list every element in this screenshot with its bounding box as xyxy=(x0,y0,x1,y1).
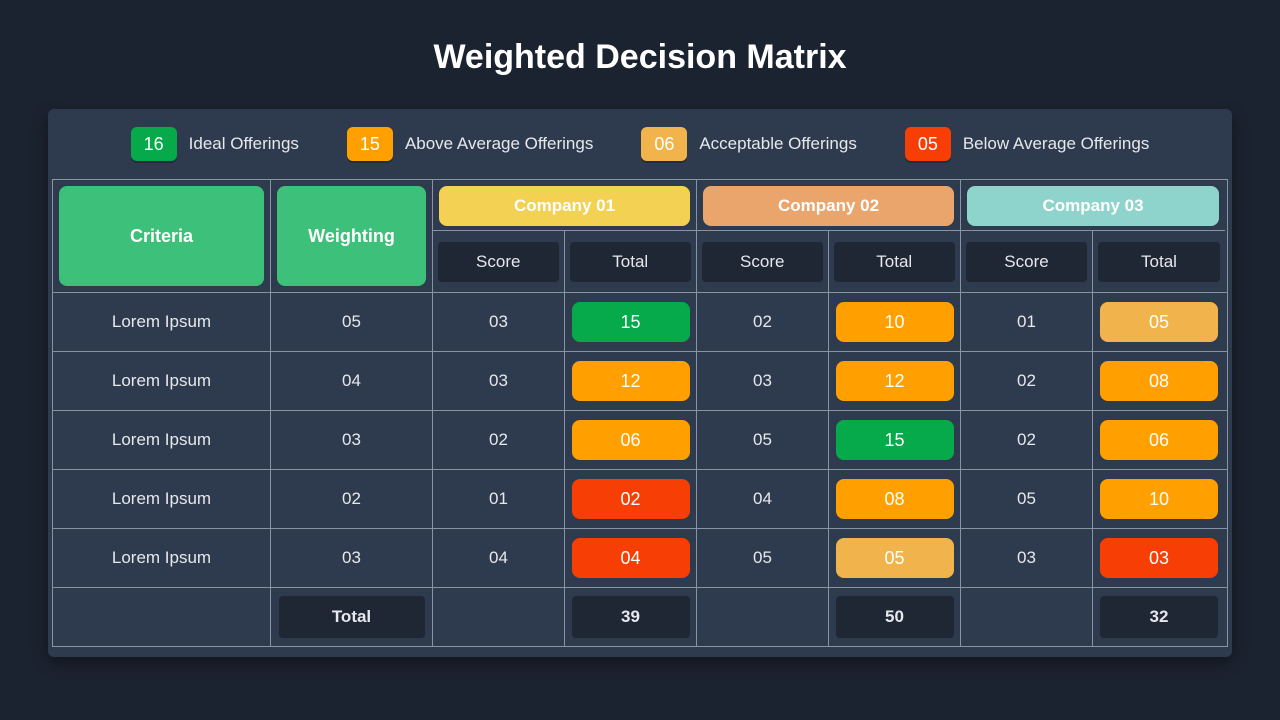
score-cell: 05 xyxy=(697,411,829,469)
total-cell: 08 xyxy=(829,470,961,528)
total-cell: 12 xyxy=(565,352,697,410)
total-chip: 10 xyxy=(836,302,954,342)
total-header: Total xyxy=(570,242,692,282)
weight-cell: 02 xyxy=(271,470,433,528)
legend: 16 Ideal Offerings 15 Above Average Offerin… xyxy=(48,109,1232,179)
total-header: Total xyxy=(1098,242,1220,282)
legend-swatch: 05 xyxy=(905,127,951,161)
total-cell: 15 xyxy=(829,411,961,469)
total-chip: 04 xyxy=(572,538,690,578)
legend-label: Above Average Offerings xyxy=(405,134,593,154)
total-chip: 12 xyxy=(836,361,954,401)
matrix-card: 16 Ideal Offerings 15 Above Average Offerin… xyxy=(48,109,1232,657)
total-cell: 02 xyxy=(565,470,697,528)
table-row: Lorem Ipsum04031203120208 xyxy=(53,351,1227,410)
legend-swatch: 15 xyxy=(347,127,393,161)
score-cell: 02 xyxy=(697,293,829,351)
score-header: Score xyxy=(702,242,823,282)
score-cell: 05 xyxy=(961,470,1093,528)
criteria-cell: Lorem Ipsum xyxy=(53,352,271,410)
score-cell: 03 xyxy=(961,529,1093,587)
score-header: Score xyxy=(966,242,1087,282)
total-cell: 10 xyxy=(1093,470,1225,528)
total-cell: 03 xyxy=(1093,529,1225,587)
total-header: Total xyxy=(834,242,956,282)
total-chip: 15 xyxy=(572,302,690,342)
weight-cell: 03 xyxy=(271,529,433,587)
score-cell: 01 xyxy=(433,470,565,528)
matrix-table: Criteria Weighting Company 01 Score Total … xyxy=(52,179,1228,647)
weight-cell: 04 xyxy=(271,352,433,410)
total-chip: 06 xyxy=(1100,420,1218,460)
total-chip: 08 xyxy=(1100,361,1218,401)
company-name: Company 01 xyxy=(439,186,690,226)
total-chip: 05 xyxy=(836,538,954,578)
total-cell: 05 xyxy=(1093,293,1225,351)
total-chip: 10 xyxy=(1100,479,1218,519)
score-cell: 03 xyxy=(697,352,829,410)
criteria-cell: Lorem Ipsum xyxy=(53,293,271,351)
legend-item: 05 Below Average Offerings xyxy=(905,127,1150,161)
company-name: Company 02 xyxy=(703,186,954,226)
table-header-row: Criteria Weighting Company 01ScoreTotal … xyxy=(53,180,1227,292)
score-header: Score xyxy=(438,242,559,282)
totals-row: Total 39 50 32 xyxy=(53,587,1227,646)
total-cell: 04 xyxy=(565,529,697,587)
total-cell: 15 xyxy=(565,293,697,351)
company1-total: 39 xyxy=(572,596,690,638)
table-row: Lorem Ipsum05031502100105 xyxy=(53,292,1227,351)
total-chip: 15 xyxy=(836,420,954,460)
legend-label: Acceptable Offerings xyxy=(699,134,857,154)
weight-cell: 03 xyxy=(271,411,433,469)
page-title: Weighted Decision Matrix xyxy=(433,38,846,77)
legend-swatch: 16 xyxy=(131,127,177,161)
total-label: Total xyxy=(279,596,425,638)
table-row: Lorem Ipsum02010204080510 xyxy=(53,469,1227,528)
weight-cell: 05 xyxy=(271,293,433,351)
total-cell: 08 xyxy=(1093,352,1225,410)
company-header: Company 03 Score Total xyxy=(961,180,1225,292)
total-chip: 08 xyxy=(836,479,954,519)
table-row: Lorem Ipsum03020605150206 xyxy=(53,410,1227,469)
legend-item: 15 Above Average Offerings xyxy=(347,127,593,161)
legend-item: 16 Ideal Offerings xyxy=(131,127,299,161)
total-cell: 06 xyxy=(1093,411,1225,469)
score-cell: 05 xyxy=(697,529,829,587)
company-header: Company 01 Score Total xyxy=(433,180,697,292)
total-chip: 03 xyxy=(1100,538,1218,578)
score-cell: 03 xyxy=(433,352,565,410)
legend-label: Below Average Offerings xyxy=(963,134,1150,154)
weighting-header: Weighting xyxy=(277,186,426,286)
total-cell: 06 xyxy=(565,411,697,469)
company2-total: 50 xyxy=(836,596,954,638)
total-chip: 05 xyxy=(1100,302,1218,342)
legend-item: 06 Acceptable Offerings xyxy=(641,127,857,161)
criteria-cell: Lorem Ipsum xyxy=(53,411,271,469)
score-cell: 01 xyxy=(961,293,1093,351)
score-cell: 04 xyxy=(697,470,829,528)
score-cell: 02 xyxy=(961,352,1093,410)
total-cell: 10 xyxy=(829,293,961,351)
table-row: Lorem Ipsum03040405050303 xyxy=(53,528,1227,587)
company-name: Company 03 xyxy=(967,186,1219,226)
score-cell: 03 xyxy=(433,293,565,351)
company-header: Company 02 Score Total xyxy=(697,180,961,292)
legend-label: Ideal Offerings xyxy=(189,134,299,154)
criteria-cell: Lorem Ipsum xyxy=(53,470,271,528)
total-cell: 12 xyxy=(829,352,961,410)
legend-swatch: 06 xyxy=(641,127,687,161)
company3-total: 32 xyxy=(1100,596,1218,638)
score-cell: 04 xyxy=(433,529,565,587)
criteria-cell: Lorem Ipsum xyxy=(53,529,271,587)
score-cell: 02 xyxy=(961,411,1093,469)
total-chip: 12 xyxy=(572,361,690,401)
score-cell: 02 xyxy=(433,411,565,469)
total-chip: 02 xyxy=(572,479,690,519)
total-chip: 06 xyxy=(572,420,690,460)
criteria-header: Criteria xyxy=(59,186,264,286)
total-cell: 05 xyxy=(829,529,961,587)
